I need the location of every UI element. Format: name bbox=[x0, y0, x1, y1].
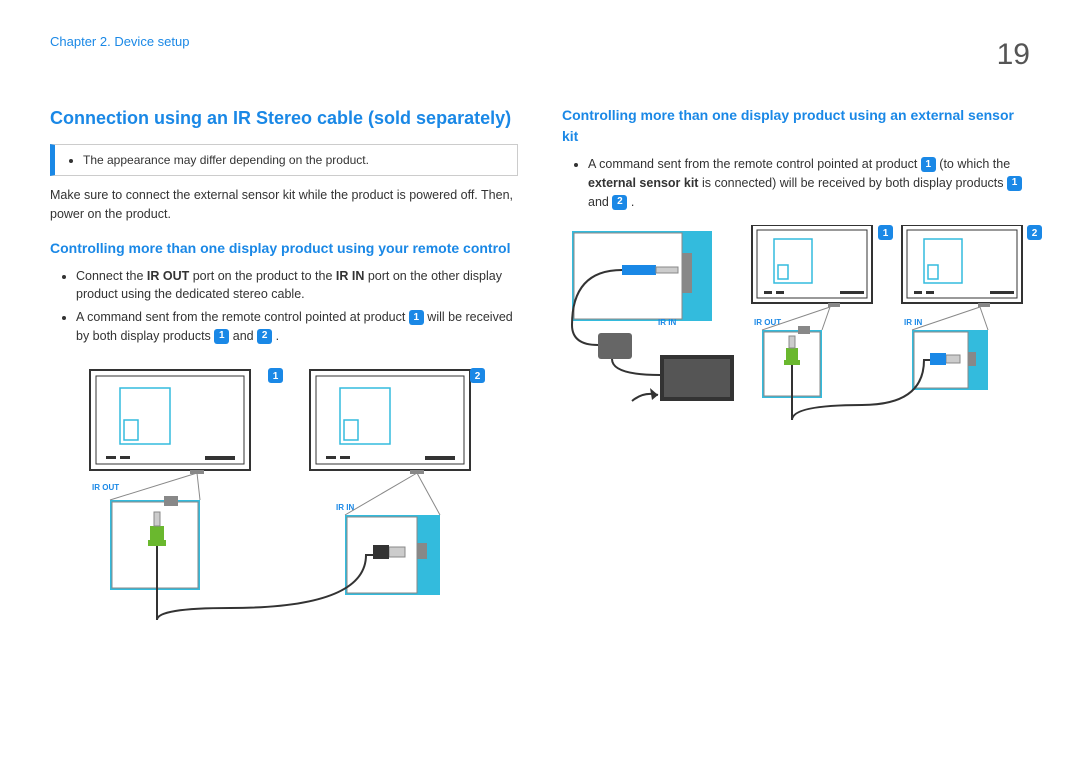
badge-1: 1 bbox=[409, 310, 424, 325]
svg-text:IR OUT: IR OUT bbox=[92, 483, 119, 492]
chapter-label: Chapter 2. Device setup bbox=[50, 32, 189, 52]
badge-1: 1 bbox=[921, 157, 936, 172]
page-number: 19 bbox=[997, 32, 1030, 77]
list-item: A command sent from the remote control p… bbox=[588, 155, 1030, 211]
badge-2: 2 bbox=[612, 195, 627, 210]
badge-1: 1 bbox=[1007, 176, 1022, 191]
list-item: Connect the IR OUT port on the product t… bbox=[76, 267, 518, 305]
instruction-list: Connect the IR OUT port on the product t… bbox=[50, 267, 518, 346]
svg-text:2: 2 bbox=[1032, 228, 1038, 239]
badge-1: 1 bbox=[214, 329, 229, 344]
diagram-remote-control: 1 2 IR OUT IR IN bbox=[50, 360, 518, 620]
content-columns: Connection using an IR Stereo cable (sol… bbox=[50, 105, 1030, 620]
svg-text:2: 2 bbox=[475, 371, 481, 382]
badge-2: 2 bbox=[257, 329, 272, 344]
intro-text: Make sure to connect the external sensor… bbox=[50, 186, 518, 224]
svg-text:1: 1 bbox=[883, 228, 889, 239]
diagram-sensor-kit: IR IN 1 IR OUT bbox=[562, 225, 1030, 465]
svg-text:IR IN: IR IN bbox=[904, 318, 922, 327]
subsection-title-sensor: Controlling more than one display produc… bbox=[562, 105, 1030, 147]
svg-text:1: 1 bbox=[273, 371, 279, 382]
left-column: Connection using an IR Stereo cable (sol… bbox=[50, 105, 518, 620]
note-text: The appearance may differ depending on t… bbox=[83, 151, 505, 169]
appearance-note: The appearance may differ depending on t… bbox=[50, 144, 518, 176]
subsection-title-remote: Controlling more than one display produc… bbox=[50, 238, 518, 259]
diagram-svg: IR IN 1 IR OUT bbox=[562, 225, 1042, 465]
diagram-svg: 1 2 IR OUT IR IN bbox=[50, 360, 490, 620]
page-header: Chapter 2. Device setup 19 bbox=[50, 32, 1030, 77]
list-item: A command sent from the remote control p… bbox=[76, 308, 518, 346]
right-column: Controlling more than one display produc… bbox=[562, 105, 1030, 620]
section-title: Connection using an IR Stereo cable (sol… bbox=[50, 105, 518, 132]
svg-text:IR IN: IR IN bbox=[658, 318, 676, 327]
instruction-list: A command sent from the remote control p… bbox=[562, 155, 1030, 211]
svg-text:IR OUT: IR OUT bbox=[754, 318, 781, 327]
